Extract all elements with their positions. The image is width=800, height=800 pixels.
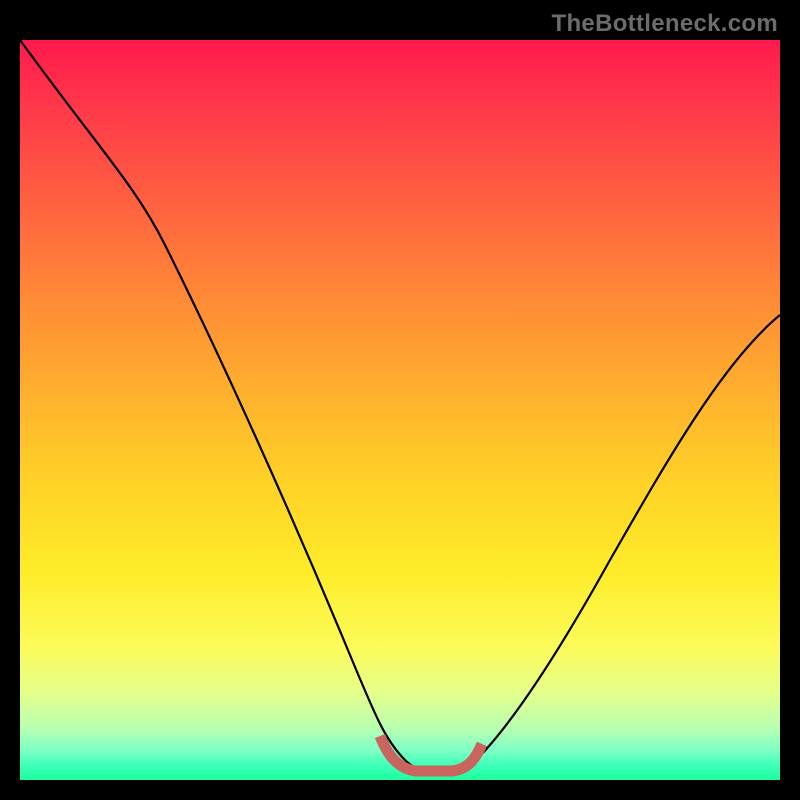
chart-frame: TheBottleneck.com <box>0 0 800 800</box>
watermark-text: TheBottleneck.com <box>552 10 778 38</box>
curve-layer <box>20 40 780 780</box>
bottleneck-curve <box>20 40 780 772</box>
optimal-range-marker <box>380 736 482 771</box>
plot-area <box>20 40 780 780</box>
